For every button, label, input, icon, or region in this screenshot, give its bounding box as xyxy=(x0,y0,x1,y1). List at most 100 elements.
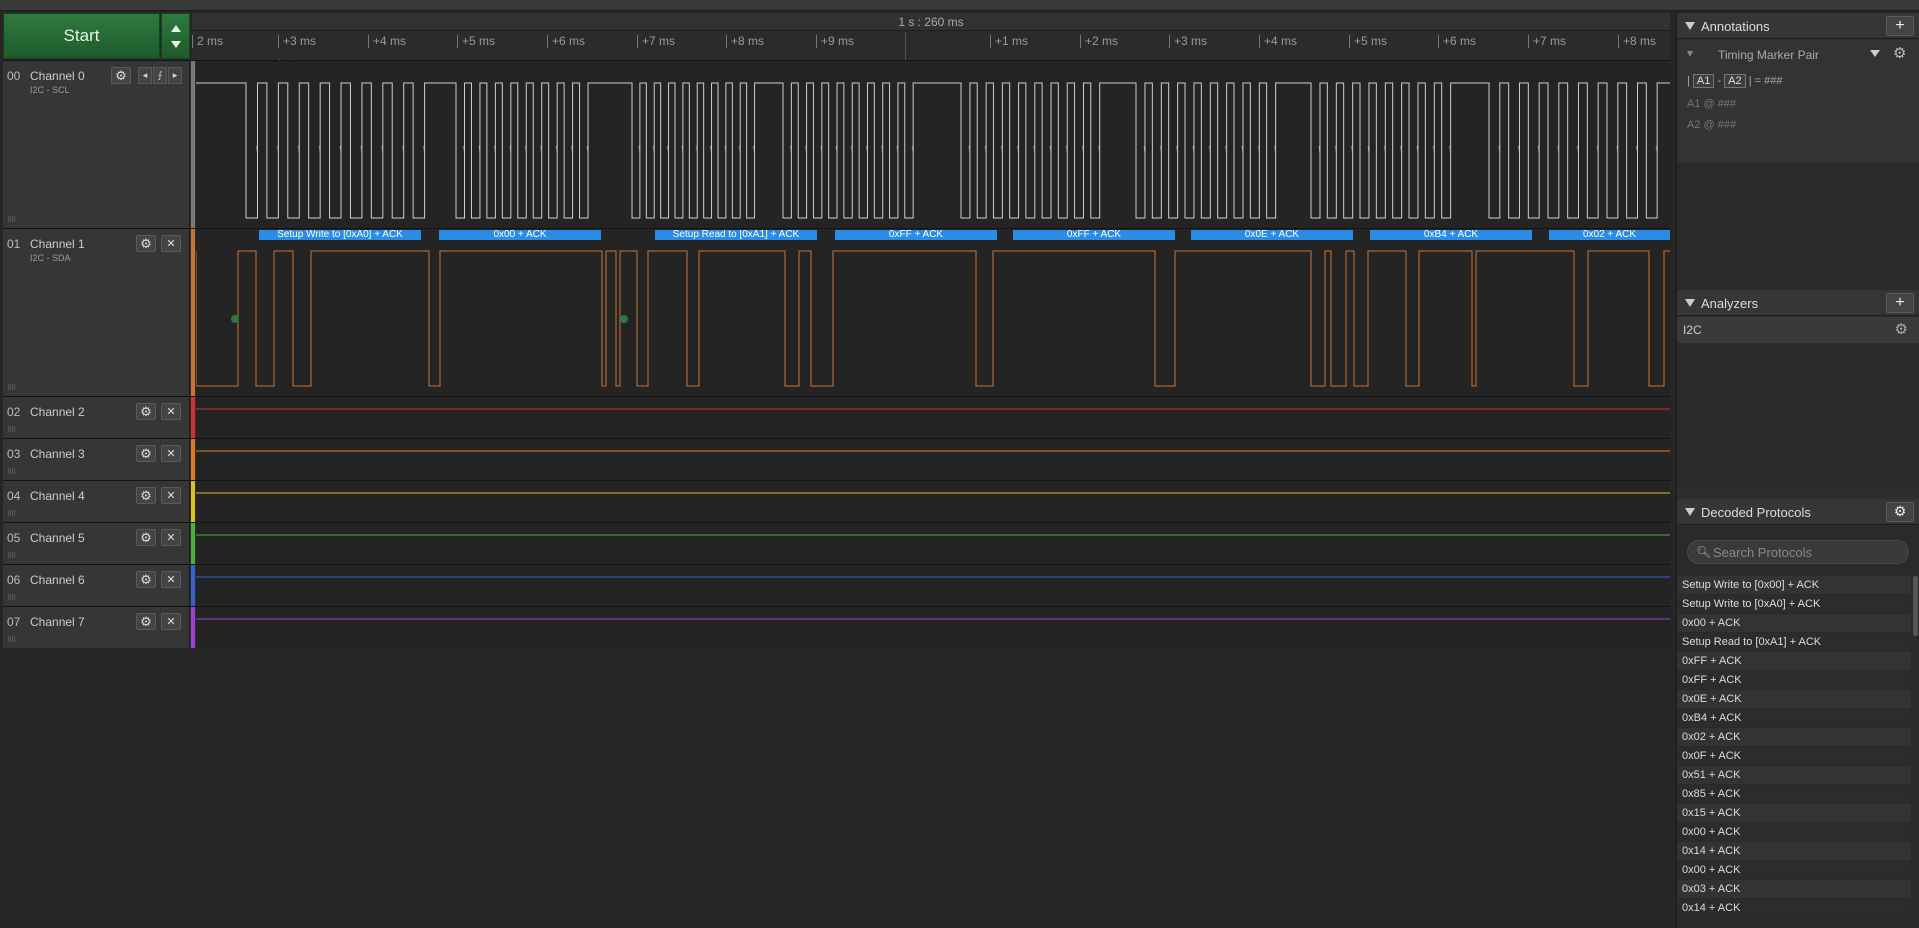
trigger-close-icon[interactable]: ✕ xyxy=(161,571,181,588)
decoded-protocol-item[interactable]: 0x85 + ACK xyxy=(1677,785,1911,804)
trigger-close-icon[interactable]: ✕ xyxy=(161,487,181,504)
clock-edge-marker: ↑ xyxy=(819,143,824,153)
decoded-frame-label[interactable]: Setup Write to [0xA0] + ACK xyxy=(259,230,421,240)
a1-marker-button[interactable]: A1 xyxy=(1692,74,1715,88)
decoded-protocols-header[interactable]: Decoded Protocols ⚙ xyxy=(1677,499,1919,525)
decoded-frame-label[interactable]: 0x00 + ACK xyxy=(439,230,601,240)
decoded-protocol-item[interactable]: Setup Write to [0xA0] + ACK xyxy=(1677,595,1911,614)
channel-settings-gear-icon[interactable]: ⚙ xyxy=(136,235,156,252)
decoded-protocol-item[interactable]: Setup Read to [0xA1] + ACK xyxy=(1677,633,1911,652)
clock-edge-marker: ↑ xyxy=(752,143,757,153)
waveform-area[interactable] xyxy=(196,481,1670,522)
decoded-frame-label[interactable]: 0xFF + ACK xyxy=(1013,230,1175,240)
channel-color-strip xyxy=(191,565,195,606)
drag-handle-icon[interactable]: ⠿⠿ xyxy=(7,510,16,518)
waveform-area[interactable] xyxy=(196,607,1670,648)
decoded-frame-label[interactable]: 0x02 + ACK xyxy=(1549,230,1670,240)
decoded-frame-label[interactable]: 0x0E + ACK xyxy=(1191,230,1353,240)
decoded-frame-label[interactable]: 0xB4 + ACK xyxy=(1370,230,1532,240)
gear-icon[interactable]: ⚙ xyxy=(1895,320,1908,338)
channel-name[interactable]: Channel 2 xyxy=(30,405,85,419)
clock-edge-marker: ↑ xyxy=(880,143,885,153)
next-edge-icon[interactable]: ▸ xyxy=(168,67,182,84)
scrollbar[interactable] xyxy=(1913,576,1918,636)
decoded-protocol-item[interactable]: 0x14 + ACK xyxy=(1677,899,1911,918)
waveform-area[interactable] xyxy=(196,565,1670,606)
dropdown-arrow-icon[interactable] xyxy=(1870,50,1880,57)
channel-label-panel[interactable]: 07 Channel 7 ⚙ ✕ ⠿⠿ xyxy=(3,607,190,648)
channel-label-panel[interactable]: 00 Channel 0 I2C - SCL ⚙ ◂ ⨍ ▸ ⠿⠿ xyxy=(3,61,190,228)
decoded-protocol-item[interactable]: Setup Write to [0x00] + ACK xyxy=(1677,576,1911,595)
decoded-protocol-item[interactable]: 0xB4 + ACK xyxy=(1677,709,1911,728)
start-button[interactable]: Start xyxy=(3,13,160,59)
start-options-button[interactable] xyxy=(161,13,190,59)
decoded-frame-label[interactable]: 0xFF + ACK xyxy=(835,230,997,240)
trigger-close-icon[interactable]: ✕ xyxy=(161,235,181,252)
add-analyzer-button[interactable]: + xyxy=(1886,293,1914,313)
decoded-protocol-item[interactable]: 0xFF + ACK xyxy=(1677,652,1911,671)
channel-label-panel[interactable]: 01 Channel 1 I2C - SDA ⚙ ✕ ⠿⠿ xyxy=(3,229,190,396)
channel-label-panel[interactable]: 06 Channel 6 ⚙ ✕ ⠿⠿ xyxy=(3,565,190,606)
decoded-protocol-item[interactable]: 0xFF + ACK xyxy=(1677,671,1911,690)
add-annotation-button[interactable]: + xyxy=(1886,16,1914,36)
drag-handle-icon[interactable]: ⠿⠿ xyxy=(7,594,16,602)
drag-handle-icon[interactable]: ⠿⠿ xyxy=(7,468,16,476)
channel-label-panel[interactable]: 02 Channel 2 ⚙ ✕ ⠿⠿ xyxy=(3,397,190,438)
channel-settings-gear-icon[interactable]: ⚙ xyxy=(111,67,131,84)
drag-handle-icon[interactable]: ⠿⠿ xyxy=(7,426,16,434)
decoded-protocols-list[interactable]: Setup Write to [0x00] + ACK Setup Write t… xyxy=(1677,576,1911,918)
drag-handle-icon[interactable]: ⠿⠿ xyxy=(7,384,16,392)
waveform-area[interactable] xyxy=(196,523,1670,564)
clock-edge-marker: ↑ xyxy=(1097,143,1102,153)
channel-settings-gear-icon[interactable]: ⚙ xyxy=(136,403,156,420)
decoded-frame-label[interactable]: Setup Read to [0xA1] + ACK xyxy=(655,230,817,240)
channel-name[interactable]: Channel 6 xyxy=(30,573,85,587)
decoded-protocol-item[interactable]: 0x00 + ACK xyxy=(1677,614,1911,633)
trigger-close-icon[interactable]: ✕ xyxy=(161,445,181,462)
channel-name[interactable]: Channel 1 xyxy=(30,237,85,251)
waveform-area[interactable] xyxy=(196,397,1670,438)
trigger-close-icon[interactable]: ✕ xyxy=(161,613,181,630)
channel-label-panel[interactable]: 04 Channel 4 ⚙ ✕ ⠿⠿ xyxy=(3,481,190,522)
channel-label-panel[interactable]: 03 Channel 3 ⚙ ✕ ⠿⠿ xyxy=(3,439,190,480)
decoded-protocol-item[interactable]: 0x00 + ACK xyxy=(1677,823,1911,842)
channel-label-panel[interactable]: 05 Channel 5 ⚙ ✕ ⠿⠿ xyxy=(3,523,190,564)
channel-settings-gear-icon[interactable]: ⚙ xyxy=(136,487,156,504)
channel-name[interactable]: Channel 5 xyxy=(30,531,85,545)
drag-handle-icon[interactable]: ⠿⠿ xyxy=(7,552,16,560)
timing-marker-pair[interactable]: ▾ Timing Marker Pair ⚙ | A1 - A2 | = ###… xyxy=(1677,40,1919,162)
a2-marker-button[interactable]: A2 xyxy=(1724,74,1746,88)
decoded-protocol-item[interactable]: 0x02 + ACK xyxy=(1677,728,1911,747)
decoded-protocol-item[interactable]: 0x15 + ACK xyxy=(1677,804,1911,823)
annotations-header[interactable]: Annotations + xyxy=(1677,13,1919,39)
gear-icon[interactable]: ⚙ xyxy=(1893,44,1906,62)
channel-name[interactable]: Channel 0 xyxy=(30,69,85,83)
drag-handle-icon[interactable]: ⠿⠿ xyxy=(7,636,16,644)
channel-name[interactable]: Channel 7 xyxy=(30,615,85,629)
decoded-protocol-item[interactable]: 0x03 + ACK xyxy=(1677,880,1911,899)
analyzer-item-i2c[interactable]: I2C ⚙ xyxy=(1677,317,1919,343)
waveform-area[interactable] xyxy=(196,439,1670,480)
search-protocols-input[interactable]: 🔍︎ Search Protocols xyxy=(1687,540,1909,564)
decoded-protocol-item[interactable]: 0x0E + ACK xyxy=(1677,690,1911,709)
prev-edge-icon[interactable]: ◂ xyxy=(138,67,152,84)
trigger-close-icon[interactable]: ✕ xyxy=(161,403,181,420)
channel-settings-gear-icon[interactable]: ⚙ xyxy=(136,529,156,546)
waveform-area[interactable]: Setup Write to [0xA0] + ACK 0x00 + ACK Set… xyxy=(195,229,1670,396)
analyzers-header[interactable]: Analyzers + xyxy=(1677,290,1919,316)
channel-settings-gear-icon[interactable]: ⚙ xyxy=(136,571,156,588)
decoded-settings-button[interactable]: ⚙ xyxy=(1886,502,1914,522)
trigger-close-icon[interactable]: ✕ xyxy=(161,529,181,546)
decoded-protocol-item[interactable]: 0x51 + ACK xyxy=(1677,766,1911,785)
waveform-area[interactable]: ↑ ↑ ↑ ↑ ↑ ↑ ↑ ↑ ↑ ↑ ↑ ↑ ↑ ↑ ↑ ↑ ↑ ↑ ↑ ↑ ↑ ↑ ↑ ↑ ↑ ↑ ↑ ↑ ↑ ↑ ↑ ↑ ↑ ↑ ↑ ↑ ↑ ↑ ↑ ↑… xyxy=(196,61,1670,228)
channel-name[interactable]: Channel 3 xyxy=(30,447,85,461)
channel-settings-gear-icon[interactable]: ⚙ xyxy=(136,445,156,462)
drag-handle-icon[interactable]: ⠿⠿ xyxy=(7,216,16,224)
decoded-protocol-item[interactable]: 0x0F + ACK xyxy=(1677,747,1911,766)
channel-name[interactable]: Channel 4 xyxy=(30,489,85,503)
decoded-protocol-item[interactable]: 0x14 + ACK xyxy=(1677,842,1911,861)
timeline-ruler[interactable]: 1 s : 260 ms 2 ms +3 ms +4 ms +5 ms +6 ms +7 … xyxy=(192,13,1670,68)
trigger-edge-icon[interactable]: ⨍ xyxy=(153,67,167,84)
decoded-protocol-item[interactable]: 0x00 + ACK xyxy=(1677,861,1911,880)
channel-settings-gear-icon[interactable]: ⚙ xyxy=(136,613,156,630)
